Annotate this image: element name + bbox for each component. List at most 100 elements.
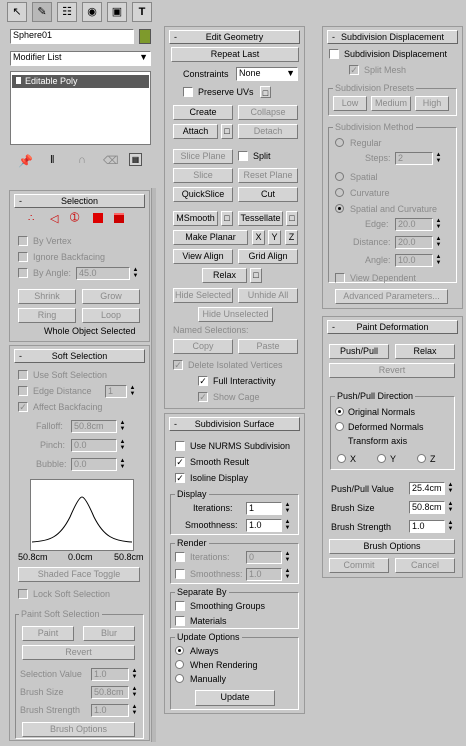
blur-button[interactable]: Blur [83,626,135,641]
object-color-swatch[interactable] [139,29,151,44]
soft-brush-size-field[interactable]: 50.8cm [91,686,129,699]
when-rendering-radio[interactable] [175,660,184,669]
detach-button[interactable]: Detach [238,124,298,139]
paint-brush-options-button[interactable]: Brush Options [329,539,455,554]
view-dependent-checkbox[interactable] [335,273,345,283]
by-angle-field[interactable]: 45.0 [76,267,130,280]
edge-spinner[interactable]: ▲ ▼ [435,218,442,231]
soft-brush-size-spinner[interactable]: ▲ ▼ [131,686,138,699]
display-tab-icon[interactable]: ▣ [107,2,127,22]
cancel-button[interactable]: Cancel [395,558,455,573]
always-radio[interactable] [175,646,184,655]
grow-button[interactable]: Grow [82,289,140,304]
low-preset-button[interactable]: Low [333,96,367,111]
bubble-spinner[interactable]: ▲ ▼ [119,458,126,471]
create-button[interactable]: Create [173,105,233,120]
tessellate-settings-button[interactable]: □ [286,211,298,226]
revert-button[interactable]: Revert [22,645,135,660]
shrink-button[interactable]: Shrink [18,289,76,304]
soft-brush-strength-field[interactable]: 1.0 [91,704,129,717]
high-preset-button[interactable]: High [415,96,449,111]
steps-field[interactable]: 2 [395,152,433,165]
by-angle-spinner[interactable]: ▲ ▼ [132,267,139,280]
motion-tab-icon[interactable]: ◉ [82,2,102,22]
vertex-mode-icon[interactable]: ∴ [28,213,34,224]
selection-rollout-title[interactable]: - Selection [14,194,145,208]
slice-button[interactable]: Slice [173,168,233,183]
falloff-spinner[interactable]: ▲ ▼ [119,420,126,433]
falloff-field[interactable]: 50.8cm [71,420,117,433]
hierarchy-tab-icon[interactable]: ☷ [57,2,77,22]
msmooth-button[interactable]: MSmooth [173,211,218,226]
pinch-field[interactable]: 0.0 [71,439,117,452]
regular-radio[interactable] [335,138,344,147]
edge-distance-checkbox[interactable] [18,386,28,396]
object-name-field[interactable]: Sphere01 [10,29,134,44]
create-tab-icon[interactable]: ↖ [7,2,27,22]
make-planar-y-button[interactable]: Y [268,230,281,245]
soft-brush-options-button[interactable]: Brush Options [22,722,135,737]
original-normals-radio[interactable] [335,407,344,416]
full-interactivity-checkbox[interactable]: ✓ [198,376,208,386]
ring-button[interactable]: Ring [18,308,76,323]
msmooth-settings-button[interactable]: □ [221,211,233,226]
advanced-parameters-button[interactable]: Advanced Parameters... [335,289,448,304]
curvature-radio[interactable] [335,188,344,197]
edge-mode-icon[interactable]: ◁ [50,212,58,225]
stack-item-editable-poly[interactable]: Editable Poly [12,75,149,88]
smoothing-groups-checkbox[interactable] [175,601,185,611]
utilities-tab-icon[interactable]: T [132,2,152,22]
modifier-list-dropdown[interactable]: Modifier List ▼ [10,51,151,66]
split-mesh-checkbox[interactable]: ✓ [349,65,359,75]
selection-value-spinner[interactable]: ▲ ▼ [131,668,138,681]
element-mode-icon[interactable] [114,213,124,223]
constraints-dropdown[interactable]: None ▼ [236,67,298,81]
shaded-face-toggle-button[interactable]: Shaded Face Toggle [18,567,140,582]
hide-selected-button[interactable]: Hide Selected [173,288,233,303]
iterations-field[interactable]: 1 [246,502,282,515]
deformed-normals-radio[interactable] [335,422,344,431]
render-iterations-spinner[interactable]: ▲ ▼ [284,551,291,564]
make-planar-button[interactable]: Make Planar [173,230,248,245]
spatial-curvature-radio[interactable] [335,204,344,213]
commit-button[interactable]: Commit [329,558,389,573]
attach-list-button[interactable]: □ [221,124,233,139]
medium-preset-button[interactable]: Medium [371,96,411,111]
lock-soft-selection-checkbox[interactable] [18,589,28,599]
relax-settings-button[interactable]: □ [250,268,262,283]
use-nurms-checkbox[interactable] [175,441,185,451]
paint-button[interactable]: Paint [22,626,74,641]
modify-tab-icon[interactable]: ✎ [32,2,52,22]
render-smoothness-field[interactable]: 1.0 [246,568,282,581]
paint-brush-strength-field[interactable]: 1.0 [409,520,445,533]
steps-spinner[interactable]: ▲ ▼ [435,152,442,165]
edge-distance-spinner[interactable]: ▲ ▼ [129,385,136,398]
iterations-spinner[interactable]: ▲ ▼ [284,502,291,515]
push-pull-value-spinner[interactable]: ▲ ▼ [447,482,454,495]
angle-spinner[interactable]: ▲ ▼ [435,254,442,267]
paste-button[interactable]: Paste [238,339,298,354]
distance-field[interactable]: 20.0 [395,236,433,249]
subdivision-displacement-checkbox[interactable] [329,49,339,59]
bubble-field[interactable]: 0.0 [71,458,117,471]
by-angle-checkbox[interactable] [18,268,28,278]
paint-deformation-rollout-title[interactable]: - Paint Deformation [327,320,458,334]
paint-brush-size-field[interactable]: 50.8cm [409,501,445,514]
show-cage-checkbox[interactable]: ✓ [198,392,208,402]
render-smoothness-checkbox[interactable] [175,569,185,579]
tessellate-button[interactable]: Tessellate [238,211,283,226]
relax-button[interactable]: Relax [202,268,247,283]
push-pull-value-field[interactable]: 25.4cm [409,482,445,495]
slice-plane-button[interactable]: Slice Plane [173,149,233,164]
isoline-display-checkbox[interactable]: ✓ [175,473,185,483]
quickslice-button[interactable]: QuickSlice [173,187,233,202]
make-planar-x-button[interactable]: X [252,230,265,245]
border-mode-icon[interactable]: ➀ [70,211,79,224]
edge-field[interactable]: 20.0 [395,218,433,231]
edge-distance-field[interactable]: 1 [105,385,127,398]
affect-backfacing-checkbox[interactable]: ✓ [18,402,28,412]
view-align-button[interactable]: View Align [173,249,233,264]
use-soft-selection-checkbox[interactable] [18,370,28,380]
show-end-result-icon[interactable]: ‖ [50,154,55,166]
subdivision-surface-rollout-title[interactable]: - Subdivision Surface [169,417,300,431]
